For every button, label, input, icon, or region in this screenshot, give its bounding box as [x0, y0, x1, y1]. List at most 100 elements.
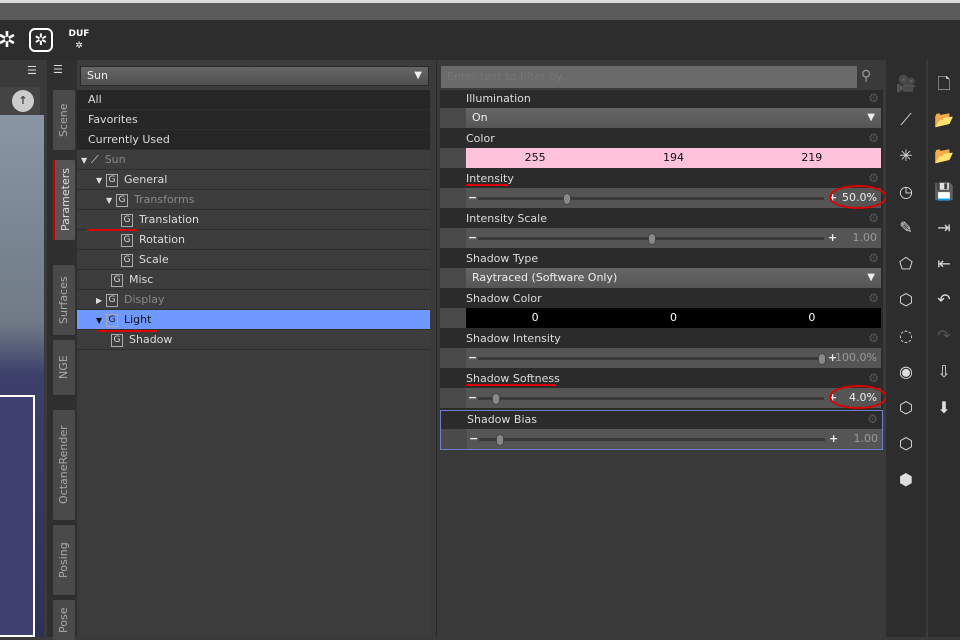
filter-input[interactable] — [441, 66, 857, 88]
gear-icon[interactable]: ⚙ — [868, 211, 879, 225]
shadow-bias-slider[interactable]: − +1.00 — [467, 429, 882, 449]
shadow-intensity-slider[interactable]: − +100.0% — [466, 348, 881, 368]
decrement-button[interactable]: − — [468, 228, 477, 248]
tab-nge[interactable]: NGE — [53, 340, 75, 395]
panel-menu-icon[interactable]: ☰ — [53, 63, 63, 76]
expanded-arrow-icon[interactable]: ▼ — [96, 311, 106, 330]
color-channel-value[interactable]: 219 — [801, 148, 822, 168]
gear-icon[interactable]: ⚙ — [867, 412, 878, 426]
intensity-scale-slider[interactable]: − +1.00 — [466, 228, 881, 248]
decrement-button[interactable]: − — [468, 188, 477, 208]
expanded-arrow-icon[interactable]: ▼ — [106, 191, 116, 210]
add-camera-icon[interactable]: 🎥 — [886, 66, 926, 102]
tree-item-shadow[interactable]: G Shadow — [77, 330, 430, 350]
tab-parameters[interactable]: Parameters — [53, 160, 75, 240]
slider-thumb[interactable] — [563, 193, 571, 205]
color-swatch[interactable]: 255 194 219 — [466, 148, 881, 168]
open-file-icon[interactable]: 📂 — [928, 102, 960, 138]
gear-icon[interactable]: ⚙ — [868, 331, 879, 345]
slider-track[interactable] — [478, 397, 824, 400]
increment-button[interactable]: + — [828, 228, 837, 248]
tree-item-misc[interactable]: G Misc — [77, 270, 430, 290]
shadow-color-swatch[interactable]: 0 0 0 — [466, 308, 881, 328]
add-spotlight-icon[interactable]: ✎ — [886, 210, 926, 246]
add-node-icon[interactable]: ⬡ — [886, 282, 926, 318]
expanded-arrow-icon[interactable]: ▼ — [81, 151, 91, 170]
tree-item-scale[interactable]: G Scale — [77, 250, 430, 270]
intensity-slider[interactable]: − +50.0% — [466, 185, 887, 209]
save-icon[interactable]: 💾 — [928, 174, 960, 210]
tree-item-favorites[interactable]: Favorites — [77, 110, 430, 130]
merge-file-icon[interactable]: 📂 — [928, 138, 960, 174]
slider-thumb[interactable] — [496, 434, 504, 446]
tree-item-display[interactable]: ▶ G Display — [77, 290, 430, 310]
tree-item-light[interactable]: ▼ G Light — [77, 310, 430, 330]
shadow-type-dropdown[interactable]: Raytraced (Software Only) ▼ — [466, 268, 881, 288]
up-arrow-icon[interactable]: ↑ — [12, 90, 34, 112]
search-icon[interactable]: ⚲ — [861, 68, 871, 84]
tab-posing[interactable]: Posing — [53, 525, 75, 595]
decrement-button[interactable]: − — [468, 388, 477, 408]
shadow-softness-slider[interactable]: − +4.0% — [466, 385, 887, 409]
octane-render-icon[interactable]: ✲ — [29, 28, 53, 52]
import-icon[interactable]: ⇥ — [928, 210, 960, 246]
slider-track[interactable] — [478, 197, 824, 200]
install-icon[interactable]: ⬇ — [928, 390, 960, 426]
tree-item-sun[interactable]: ▼ ⟋ Sun — [77, 150, 430, 170]
add-distant-light-icon[interactable]: ⟋ — [886, 102, 926, 138]
tree-item-all[interactable]: All — [77, 90, 430, 110]
illumination-dropdown[interactable]: On ▼ — [466, 108, 881, 128]
redo-icon[interactable]: ↷ — [928, 318, 960, 354]
add-point-light-icon[interactable]: ✳ — [886, 138, 926, 174]
tab-pose[interactable]: Pose — [53, 600, 75, 640]
add-figure-icon[interactable]: ⬡ — [886, 390, 926, 426]
gear-icon[interactable]: ⚙ — [868, 371, 879, 385]
slider-thumb[interactable] — [818, 353, 826, 365]
tab-scene[interactable]: Scene — [53, 90, 75, 150]
gear-icon[interactable]: ⚙ — [868, 131, 879, 145]
slider-value[interactable]: 1.00 — [854, 429, 879, 449]
color-channel-value[interactable]: 0 — [532, 308, 539, 328]
add-group-icon[interactable]: ⬡ — [886, 426, 926, 462]
add-ring-icon[interactable]: ◉ — [886, 354, 926, 390]
tree-item-general[interactable]: ▼ G General — [77, 170, 430, 190]
decrement-button[interactable]: − — [469, 429, 478, 449]
expanded-arrow-icon[interactable]: ▼ — [96, 171, 106, 190]
color-channel-value[interactable]: 194 — [663, 148, 684, 168]
decrement-button[interactable]: − — [468, 348, 477, 368]
add-primitive-icon[interactable]: ⬠ — [886, 246, 926, 282]
slider-value[interactable]: 1.00 — [853, 228, 878, 248]
node-selector[interactable]: Sun ▼ — [80, 66, 429, 86]
gear-icon[interactable]: ⚙ — [868, 171, 879, 185]
slider-track[interactable] — [479, 438, 825, 441]
increment-button[interactable]: + — [829, 429, 838, 449]
undo-icon[interactable]: ↶ — [928, 282, 960, 318]
new-file-icon[interactable]: 🗋 — [928, 66, 960, 102]
download-icon[interactable]: ⇩ — [928, 354, 960, 390]
tree-item-label: Currently Used — [88, 133, 170, 146]
slider-value[interactable]: 100.0% — [835, 348, 877, 368]
color-channel-value[interactable]: 255 — [525, 148, 546, 168]
color-channel-value[interactable]: 0 — [808, 308, 815, 328]
gear-icon[interactable]: ⚙ — [868, 251, 879, 265]
tab-octanerender[interactable]: OctaneRender — [53, 410, 75, 520]
panel-menu-icon[interactable]: ☰ — [27, 64, 37, 77]
slider-track[interactable] — [478, 357, 824, 360]
color-channel-value[interactable]: 0 — [670, 308, 677, 328]
tree-item-rotation[interactable]: G Rotation — [77, 230, 430, 250]
octane-icon[interactable]: ✲ — [0, 28, 20, 54]
duf-icon[interactable]: DUF ✲ — [66, 28, 92, 54]
add-prop-icon[interactable]: ⬢ — [886, 462, 926, 498]
export-icon[interactable]: ⇤ — [928, 246, 960, 282]
tree-item-currently-used[interactable]: Currently Used — [77, 130, 430, 150]
add-environment-light-icon[interactable]: ◷ — [886, 174, 926, 210]
gear-icon[interactable]: ⚙ — [868, 291, 879, 305]
slider-thumb[interactable] — [648, 233, 656, 245]
tab-surfaces[interactable]: Surfaces — [53, 265, 75, 335]
slider-thumb[interactable] — [491, 393, 500, 405]
gear-icon[interactable]: ⚙ — [868, 91, 879, 105]
tree-item-translation[interactable]: G Translation — [77, 210, 430, 230]
tree-item-transforms[interactable]: ▼ G Transforms — [77, 190, 430, 210]
collapsed-arrow-icon[interactable]: ▶ — [96, 291, 106, 310]
add-null-icon[interactable]: ◌ — [886, 318, 926, 354]
